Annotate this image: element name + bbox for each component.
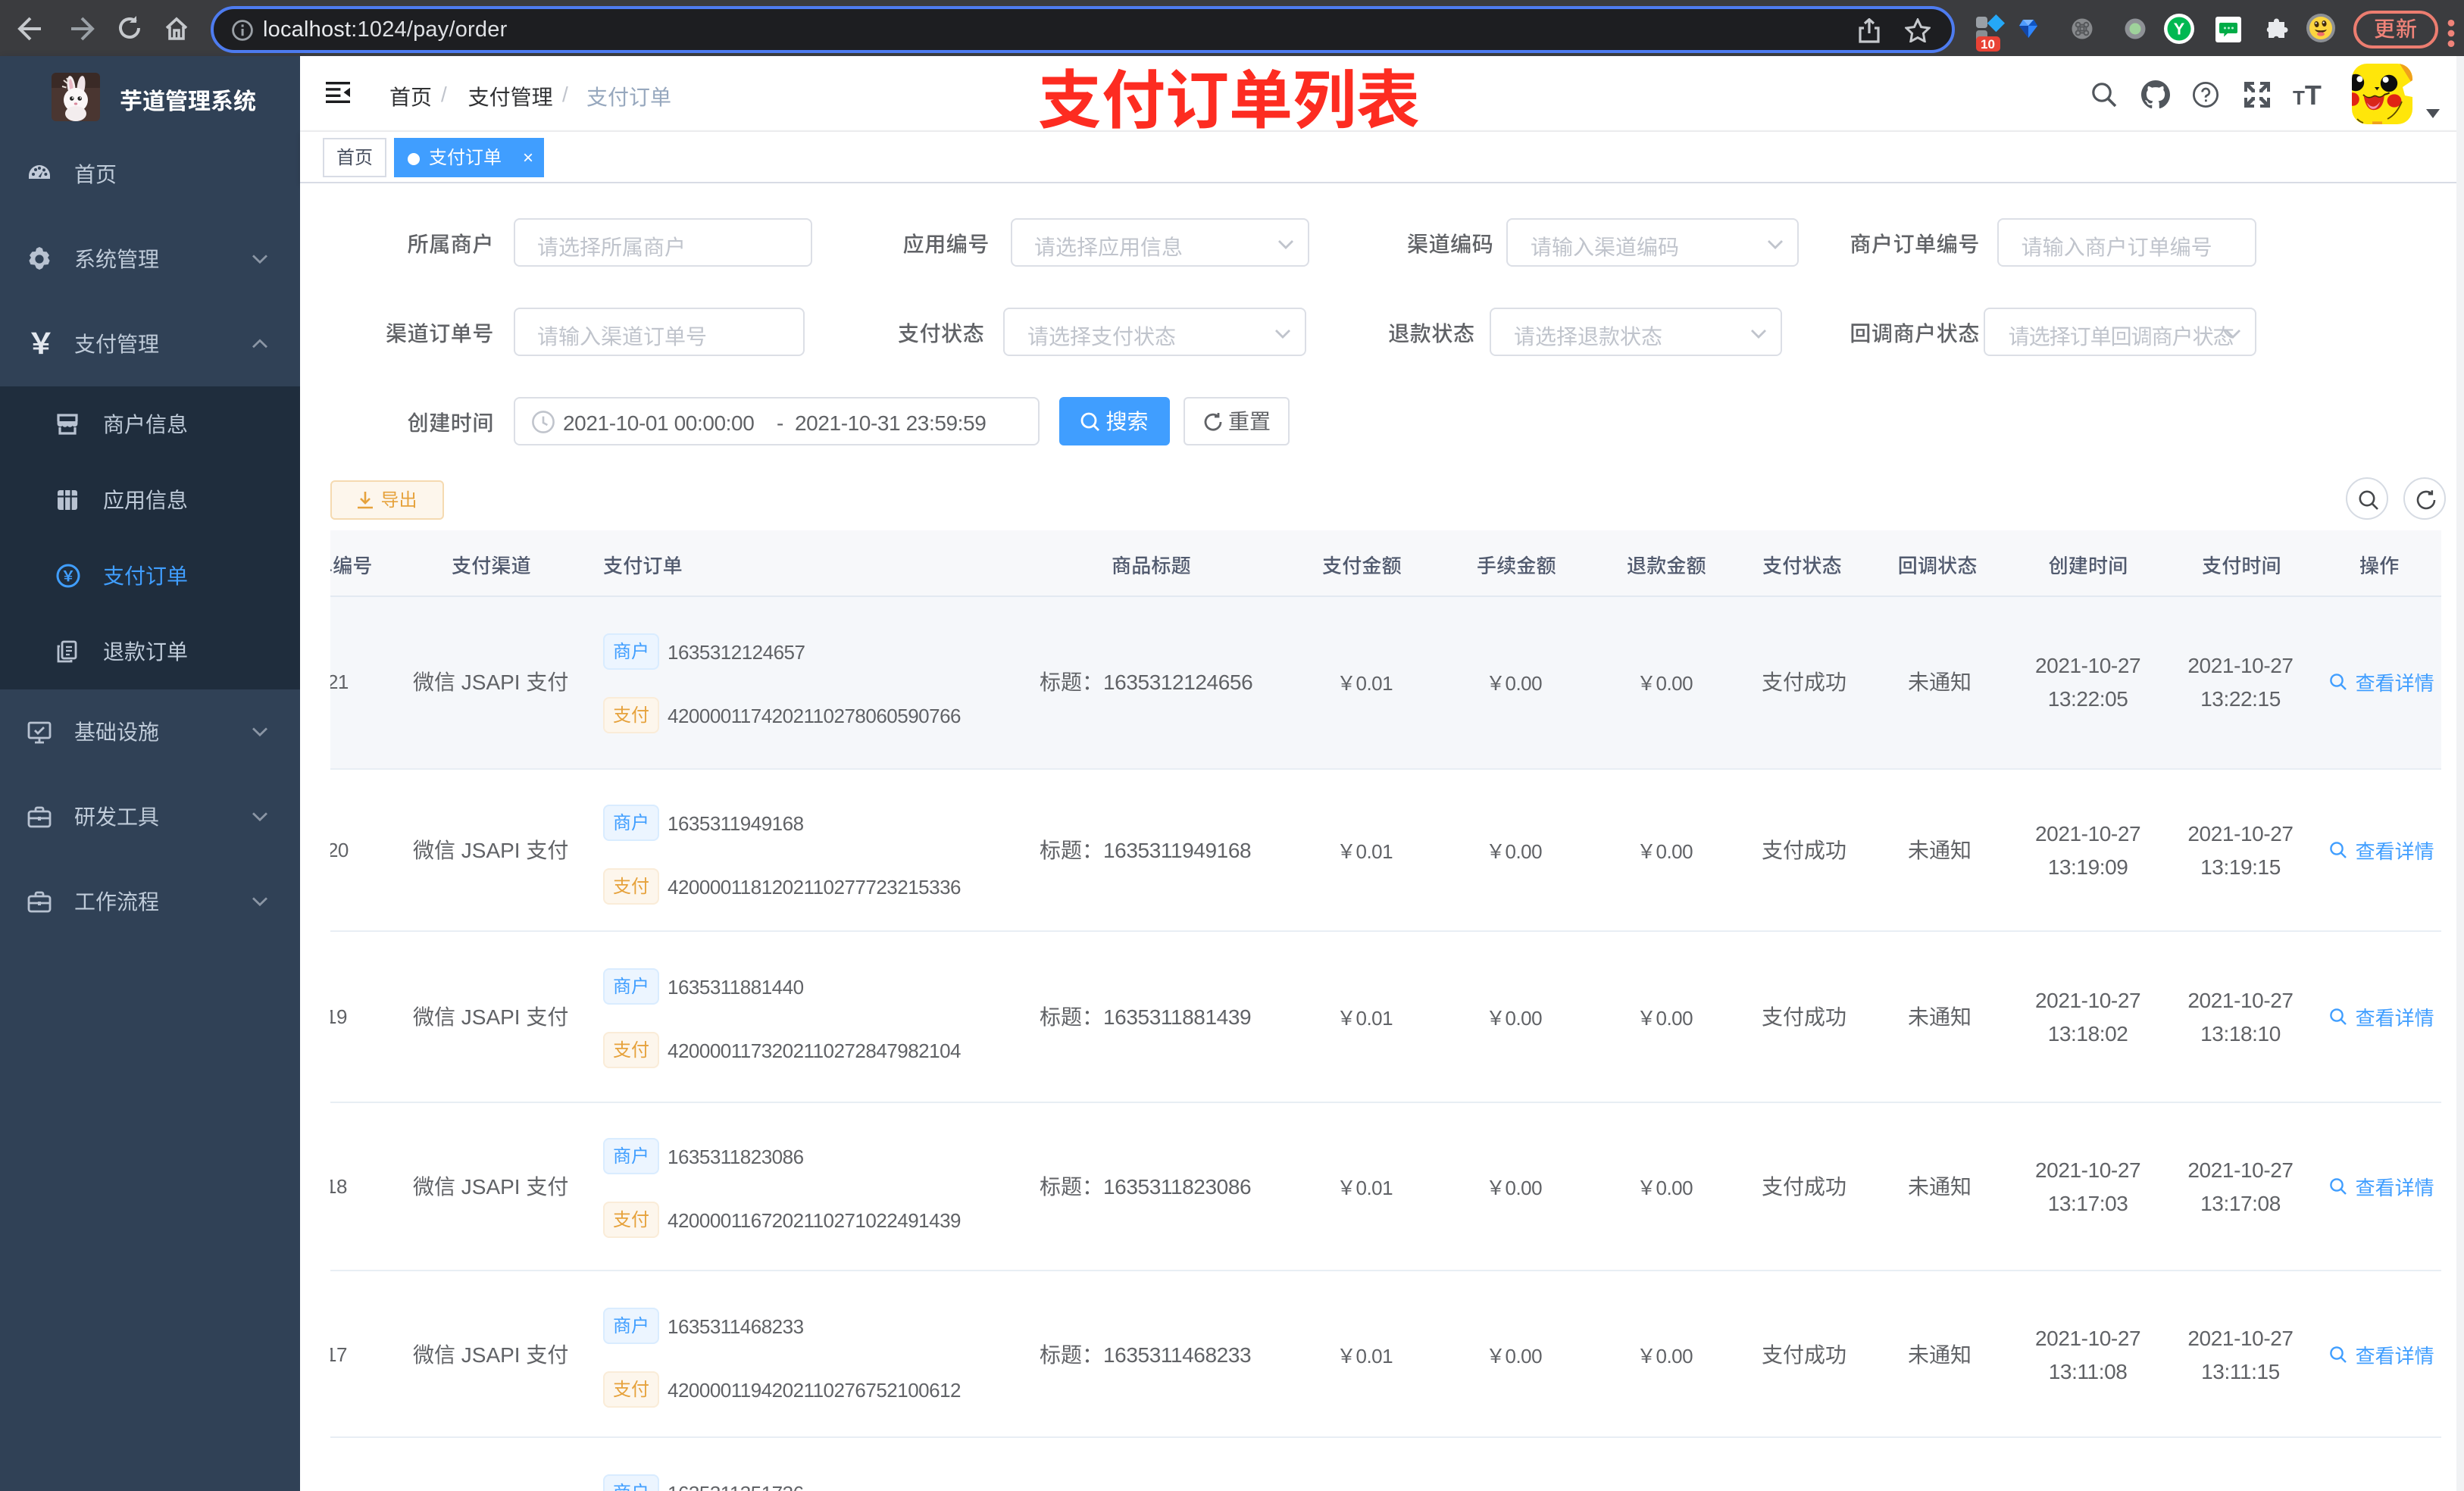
svg-text:￥: ￥ — [61, 565, 75, 586]
svg-text:￥: ￥ — [27, 330, 55, 358]
